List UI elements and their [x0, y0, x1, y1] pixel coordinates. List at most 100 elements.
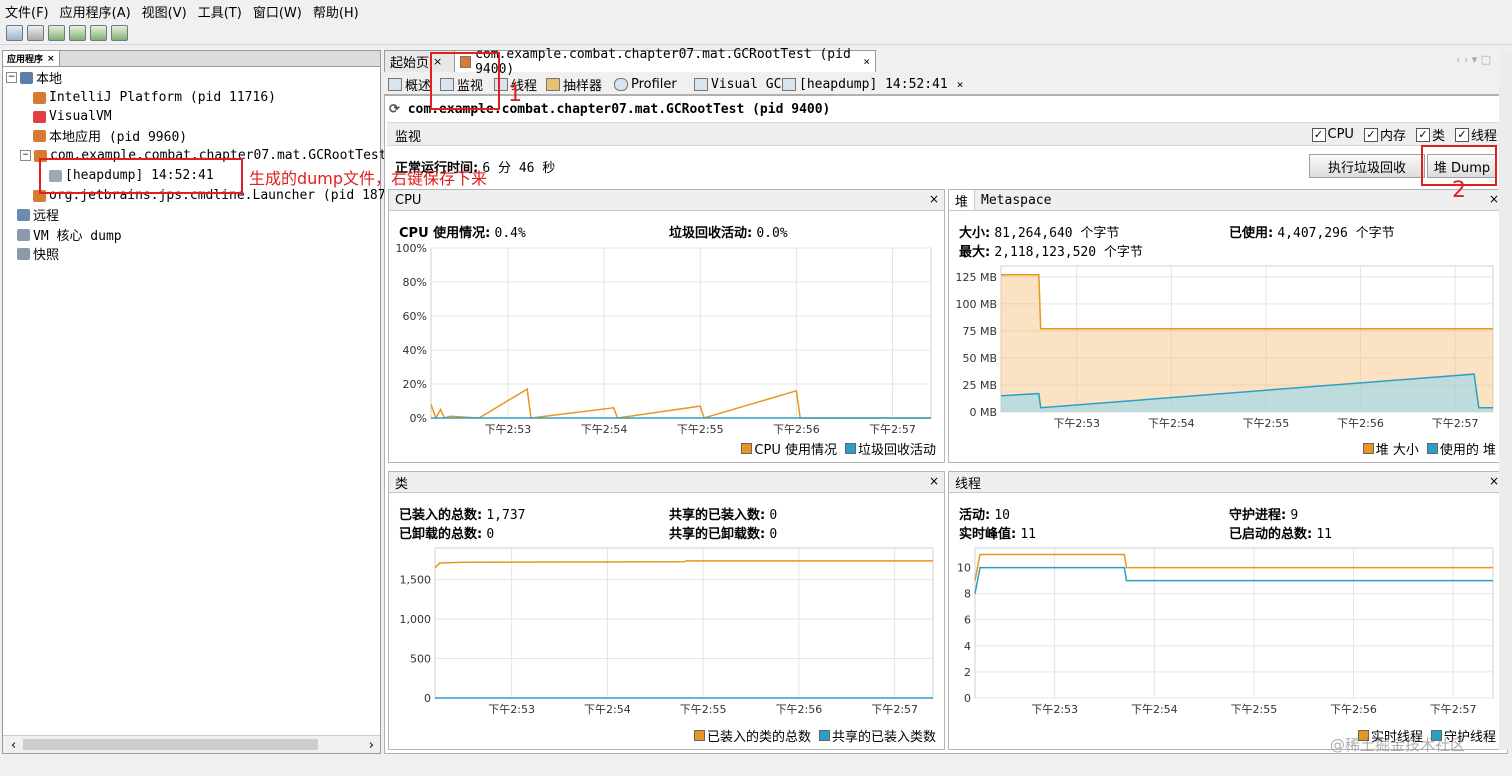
menu-view[interactable]: 视图(V) — [137, 2, 193, 21]
metric-value: 0 — [769, 508, 778, 523]
x-tick-label: 下午2:53 — [1053, 417, 1100, 430]
legend-item: 垃圾回收活动 — [844, 439, 936, 458]
annotation-note: 生成的dump文件，右键保存下来 — [249, 169, 488, 188]
toggle-threads[interactable]: ✓ 线程 — [1454, 125, 1497, 144]
tab-label: 起始页 — [390, 56, 430, 71]
plot-area — [974, 547, 1494, 699]
x-tick-label: 下午2:55 — [677, 423, 724, 435]
close-icon[interactable]: × — [863, 55, 870, 68]
classes-panel: 类 × 已装入的总数: 1,737 共享的已装入数: 0 已卸载的总数: 0 共… — [388, 471, 945, 750]
tree-item-snapshots[interactable]: 快照 — [17, 244, 59, 263]
y-tick-label: 100 MB — [955, 298, 997, 311]
tree-label: 远程 — [33, 209, 60, 224]
cpu-panel-header: CPU × — [389, 190, 944, 211]
applications-tab[interactable]: 应用程序 × — [3, 51, 60, 66]
toggle-classes[interactable]: ✓ 类 — [1415, 125, 1445, 144]
cpu-usage: CPU 使用情况: 0.4% — [399, 222, 526, 241]
y-tick-label: 50 MB — [962, 352, 997, 365]
load-snapshot-icon[interactable] — [111, 25, 128, 41]
tree-label: 快照 — [33, 248, 60, 263]
metric-label: 最大: — [959, 245, 991, 260]
heap-legend: 堆 大小 使用的 堆 — [1362, 439, 1496, 458]
menu-tools[interactable]: 工具(T) — [193, 2, 248, 21]
menu-file[interactable]: 文件(F) — [0, 2, 55, 21]
tab-heapdump[interactable]: [heapdump] 14:52:41 × — [782, 74, 963, 94]
document-tabs: 起始页 × com.example.combat.chapter07.mat.G… — [384, 47, 1512, 77]
metric-label: 共享的已装入数: — [669, 508, 766, 523]
checkbox-checked-icon[interactable]: ✓ — [1311, 127, 1326, 142]
open-file-icon[interactable] — [6, 25, 23, 41]
annotation-number-2: 2 — [1452, 178, 1466, 203]
profiler-icon — [614, 77, 628, 91]
shared-unloaded: 共享的已卸载数: 0 — [669, 523, 777, 542]
tree-item-intellij[interactable]: IntelliJ Platform (pid 11716) — [33, 88, 276, 107]
shared-loaded: 共享的已装入数: 0 — [669, 504, 777, 523]
tab-visual-gc[interactable]: Visual GC — [694, 74, 781, 94]
plot-area — [430, 247, 932, 419]
heap-panel: 堆 Metaspace × 大小: 81,264,640 个字节 已使用: 4,… — [948, 189, 1505, 463]
tree-label: 本地 — [36, 72, 63, 87]
classes-loaded: 已装入的总数: 1,737 — [399, 504, 525, 523]
tab-overview[interactable]: 概述 — [388, 74, 431, 94]
toggle-label: 线程 — [1470, 129, 1497, 144]
close-icon[interactable]: × — [957, 78, 964, 91]
metric-value: 0.0% — [756, 226, 788, 241]
scroll-left-icon[interactable]: ‹ — [11, 738, 16, 753]
tab-metaspace[interactable]: Metaspace — [975, 193, 1057, 208]
menu-window[interactable]: 窗口(W) — [248, 2, 308, 21]
add-jmx-icon[interactable] — [69, 25, 86, 41]
tree-item-local[interactable]: − 本地 — [6, 68, 62, 87]
metric-label: 已装入的总数: — [399, 508, 483, 523]
save-icon[interactable] — [27, 25, 44, 41]
threads-peak: 实时峰值: 11 — [959, 523, 1036, 542]
tab-sampler[interactable]: 抽样器 — [546, 74, 602, 94]
close-icon[interactable]: × — [929, 192, 939, 206]
legend-item: 堆 大小 — [1362, 439, 1419, 458]
metric-label: 共享的已卸载数: — [669, 527, 766, 542]
scroll-right-icon[interactable]: › — [369, 738, 374, 753]
toggle-memory[interactable]: ✓ 内存 — [1363, 125, 1406, 144]
metric-label: 垃圾回收活动: — [669, 226, 753, 241]
tab-heap[interactable]: 堆 — [949, 190, 976, 210]
metric-value: 81,264,640 个字节 — [994, 226, 1120, 241]
panel-title: 类 — [395, 476, 409, 492]
y-tick-label: 100% — [396, 242, 427, 255]
tree-item-local-app[interactable]: 本地应用 (pid 9960) — [33, 126, 187, 145]
perform-gc-button[interactable]: 执行垃圾回收 — [1309, 154, 1425, 178]
checkbox-checked-icon[interactable]: ✓ — [1454, 127, 1469, 142]
close-icon[interactable]: × — [929, 474, 939, 488]
tree-item-remote[interactable]: 远程 — [17, 205, 59, 224]
add-host-icon[interactable] — [48, 25, 65, 41]
tab-nav-icon[interactable]: ‹ › ▾ □ — [1456, 53, 1491, 66]
tree-item-vm-core-dump[interactable]: VM 核心 dump — [17, 225, 122, 244]
menu-help[interactable]: 帮助(H) — [308, 2, 365, 21]
legend-item: 使用的 堆 — [1426, 439, 1496, 458]
close-icon[interactable]: × — [1489, 192, 1499, 206]
tree-item-visualvm[interactable]: VisualVM — [33, 107, 112, 126]
collapse-icon[interactable]: − — [6, 72, 17, 83]
tab-gcroottest[interactable]: com.example.combat.chapter07.mat.GCRootT… — [454, 47, 876, 77]
horizontal-scrollbar[interactable]: ‹ › — [3, 735, 380, 753]
y-tick-label: 20% — [403, 378, 427, 391]
tree-label: VisualVM — [49, 109, 112, 124]
uptime-value: 6 分 46 秒 — [482, 161, 556, 176]
close-icon[interactable]: × — [1489, 474, 1499, 488]
heapdump-icon — [782, 77, 796, 91]
x-tick-label: 下午2:55 — [680, 703, 727, 716]
tab-profiler[interactable]: Profiler — [614, 74, 677, 94]
checkbox-checked-icon[interactable]: ✓ — [1415, 127, 1430, 142]
vertical-scrollbar[interactable] — [1499, 50, 1512, 750]
add-snapshot-icon[interactable] — [90, 25, 107, 41]
toggle-cpu[interactable]: ✓ CPU — [1311, 125, 1354, 144]
menu-application[interactable]: 应用程序(A) — [55, 2, 137, 21]
scrollbar-thumb[interactable] — [23, 739, 318, 750]
y-tick-label: 40% — [403, 344, 427, 357]
checkbox-checked-icon[interactable]: ✓ — [1363, 127, 1378, 142]
close-icon[interactable]: × — [47, 54, 55, 64]
metric-value: 0.4% — [494, 226, 526, 241]
snapshot-icon — [17, 247, 30, 260]
tree-label: 本地应用 (pid 9960) — [49, 130, 188, 145]
remote-icon — [17, 208, 30, 221]
toggle-label: 类 — [1431, 129, 1445, 144]
collapse-icon[interactable]: − — [20, 150, 31, 161]
